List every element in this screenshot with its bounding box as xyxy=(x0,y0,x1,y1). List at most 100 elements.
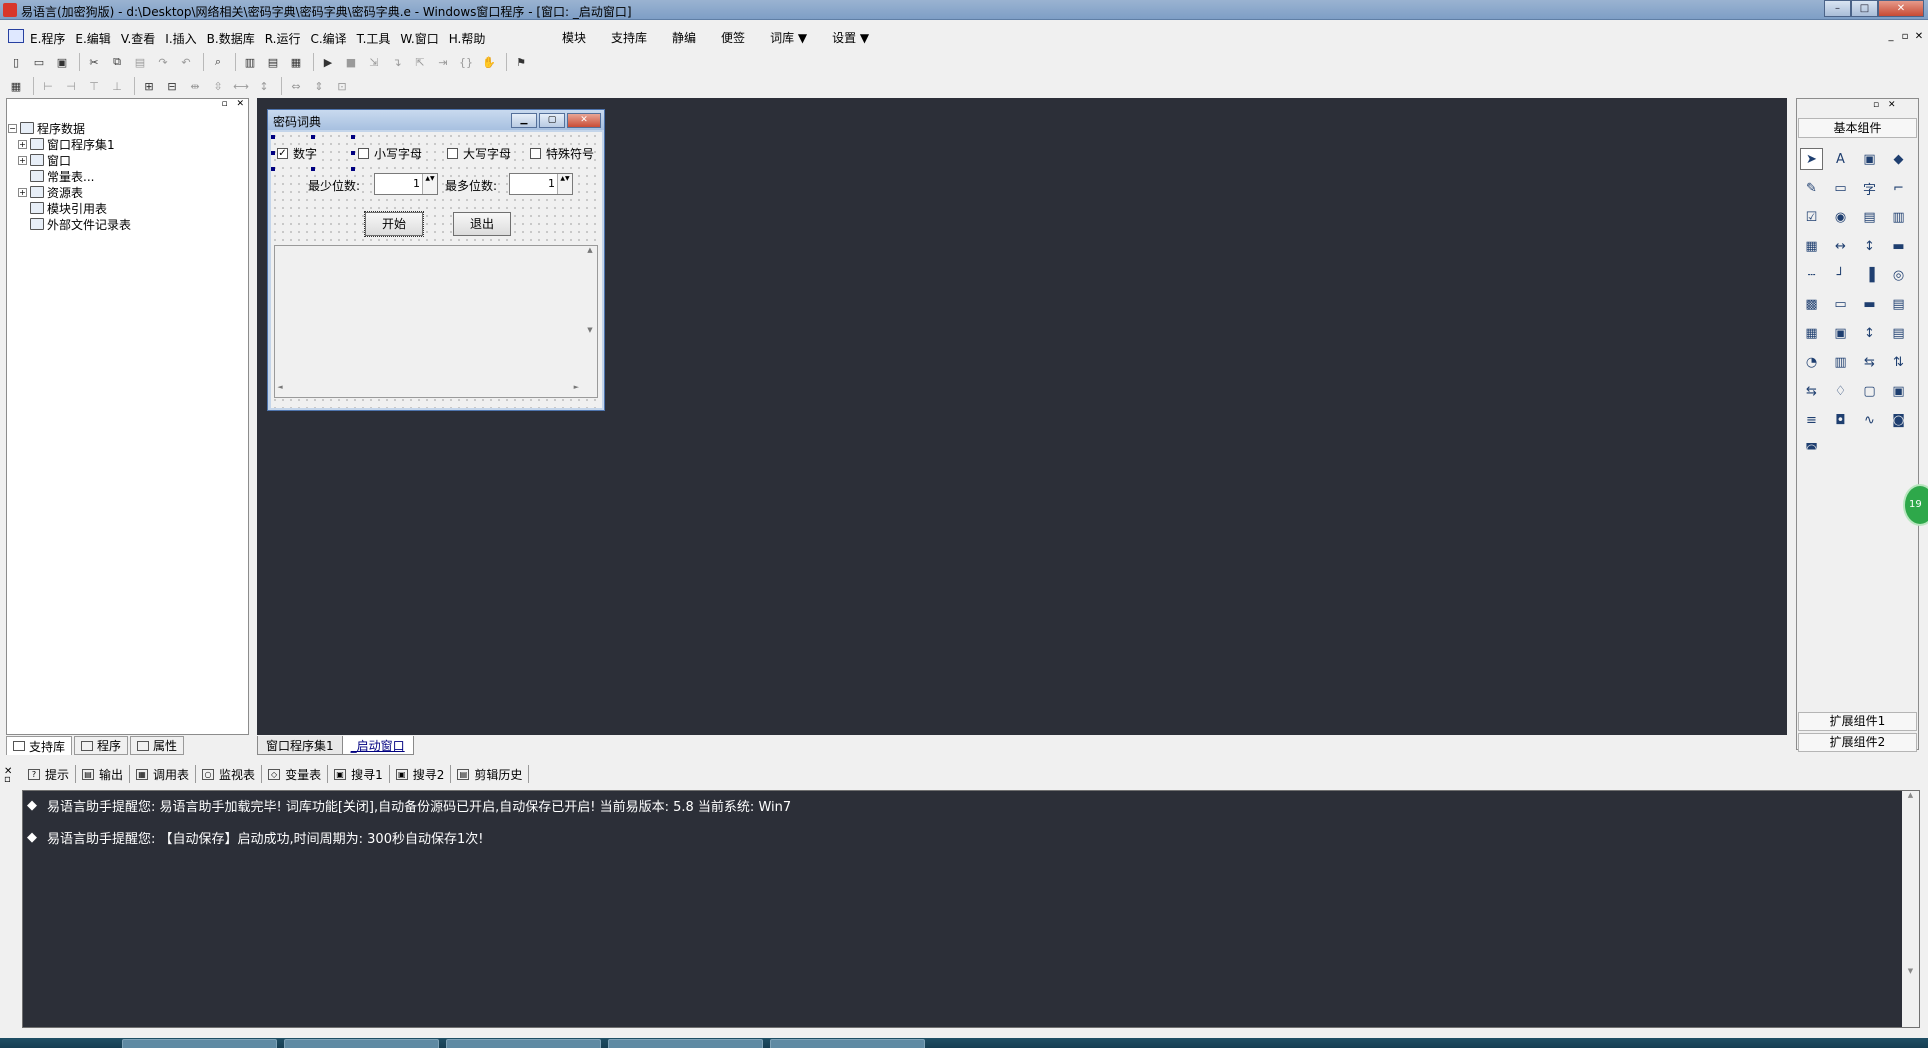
paste-icon[interactable]: ▤ xyxy=(130,53,150,71)
chart-icon[interactable]: ∿ xyxy=(1858,409,1881,431)
max-digits-spinner[interactable]: 1 ▲▼ xyxy=(509,173,573,195)
table-icon[interactable]: ▩ xyxy=(1800,293,1823,315)
same-width-icon[interactable]: ⇹ xyxy=(185,77,205,95)
center-horizontal-icon[interactable]: ⊞ xyxy=(139,77,159,95)
radio-icon[interactable]: ◉ xyxy=(1829,206,1852,228)
cut-icon[interactable]: ✂ xyxy=(84,53,104,71)
window-icon[interactable]: ▢ xyxy=(1858,380,1881,402)
ruler-icon[interactable]: ┄ xyxy=(1800,264,1823,286)
align-top-icon[interactable]: ⊤ xyxy=(84,77,104,95)
maximize-button[interactable]: □ xyxy=(1851,0,1878,17)
document-icon[interactable]: ▤ xyxy=(1887,293,1910,315)
splitter-icon[interactable]: ↕ xyxy=(1858,322,1881,344)
button-icon[interactable]: ▭ xyxy=(1829,293,1852,315)
mdi-control-button[interactable]: ✕ xyxy=(1912,30,1926,44)
stop-icon[interactable]: ■ xyxy=(341,53,361,71)
scroll-vertical-icon[interactable]: ↕ xyxy=(1858,235,1881,257)
palette-title[interactable]: 基本组件 xyxy=(1798,118,1917,138)
selection-handle[interactable] xyxy=(351,167,355,171)
selection-handle[interactable] xyxy=(351,151,355,155)
pointer-icon[interactable]: ➤ xyxy=(1800,148,1823,170)
odbc-icon[interactable]: ◙ xyxy=(1887,409,1910,431)
selection-handle[interactable] xyxy=(311,167,315,171)
taskbar-item[interactable] xyxy=(284,1039,439,1048)
layout-left-icon[interactable]: ▥ xyxy=(240,53,260,71)
output-tab[interactable]: ▣ 搜寻2 xyxy=(390,765,452,783)
output-tab[interactable]: ? 提示 xyxy=(22,765,77,783)
start-button[interactable]: 开始 xyxy=(364,211,424,237)
calculator-icon[interactable]: ▤ xyxy=(1887,322,1910,344)
step-out-icon[interactable]: ⇱ xyxy=(410,53,430,71)
connect-icon[interactable]: ♢ xyxy=(1829,380,1852,402)
tree-icon[interactable]: ≡ xyxy=(1800,409,1823,431)
combo-box-icon[interactable]: ▤ xyxy=(1858,206,1881,228)
menu-item[interactable]: I.插入 xyxy=(165,30,196,47)
line-icon[interactable]: ⌐ xyxy=(1887,177,1910,199)
output-tab[interactable]: ◇ 变量表 xyxy=(262,765,329,783)
taskbar-item[interactable] xyxy=(608,1039,763,1048)
align-bottom-icon[interactable]: ⊥ xyxy=(107,77,127,95)
hand-icon[interactable]: ✋ xyxy=(479,53,499,71)
run-to-cursor-icon[interactable]: ⇥ xyxy=(433,53,453,71)
output-tab[interactable]: ○ 监视表 xyxy=(196,765,263,783)
tree-node[interactable]: + 窗口程序集1 xyxy=(8,136,131,152)
tree-node[interactable]: 外部文件记录表 xyxy=(8,216,131,232)
width-icon[interactable]: ⇔ xyxy=(286,77,306,95)
min-digits-spinner[interactable]: 1 ▲▼ xyxy=(374,173,438,195)
design-tab[interactable]: _启动窗口 xyxy=(341,736,414,755)
selection-handle[interactable] xyxy=(271,135,275,139)
document-icon[interactable] xyxy=(8,29,24,43)
expand-icon[interactable]: + xyxy=(18,187,27,197)
slider-icon[interactable]: ┘ xyxy=(1829,264,1852,286)
bar-icon[interactable]: ▐ xyxy=(1858,264,1881,286)
open-folder-icon[interactable]: ▭ xyxy=(29,53,49,71)
output-tab[interactable]: ▦ 调用表 xyxy=(130,765,197,783)
close-button[interactable]: ✕ xyxy=(1878,0,1924,17)
panel-icon[interactable]: ▣ xyxy=(1887,380,1910,402)
horizontal-scrollbar[interactable]: ◄ ► xyxy=(275,383,583,397)
extra-menu-item[interactable]: 设置 ▼ xyxy=(832,29,869,46)
menu-item[interactable]: C.编译 xyxy=(310,30,346,47)
vertical-scrollbar[interactable]: ▲ ▼ xyxy=(583,246,597,384)
extra-menu-item[interactable]: 词库 ▼ xyxy=(770,29,807,46)
checkbox-box[interactable] xyxy=(447,148,458,159)
checkbox[interactable]: 大写字母 xyxy=(447,145,512,162)
menu-item[interactable]: E.编辑 xyxy=(75,30,110,47)
find-icon[interactable]: ⌕ xyxy=(208,53,228,71)
exit-button[interactable]: 退出 xyxy=(453,212,511,236)
selection-handle[interactable] xyxy=(311,135,315,139)
minimize-button[interactable]: – xyxy=(1824,0,1851,17)
menu-item[interactable]: T.工具 xyxy=(357,30,391,47)
align-right-icon[interactable]: ⊣ xyxy=(61,77,81,95)
help-search-icon[interactable]: ⚑ xyxy=(511,53,531,71)
calendar-icon[interactable]: ▦ xyxy=(1800,322,1823,344)
layout-top-icon[interactable]: ▤ xyxy=(263,53,283,71)
network-icon[interactable]: ⇆ xyxy=(1858,351,1881,373)
tree-node[interactable]: 常量表... xyxy=(8,168,131,184)
mdi-control-button[interactable]: ▫ xyxy=(1898,30,1912,44)
extended-components-2-tab[interactable]: 扩展组件2 xyxy=(1798,733,1917,752)
taskbar-item[interactable] xyxy=(122,1039,277,1048)
tree-node[interactable]: 模块引用表 xyxy=(8,200,131,216)
undo-icon[interactable]: ↶ xyxy=(176,53,196,71)
selection-handle[interactable] xyxy=(351,135,355,139)
left-tab[interactable]: 程序 xyxy=(74,736,129,755)
checkbox[interactable]: 小写字母 xyxy=(358,145,423,162)
checkbox-box[interactable] xyxy=(530,148,541,159)
checkbox[interactable]: 特殊符号 xyxy=(530,145,595,162)
spinner-arrows-icon[interactable]: ▲▼ xyxy=(557,174,572,194)
label-icon[interactable]: A xyxy=(1829,148,1852,170)
mdi-control-button[interactable]: _ xyxy=(1884,30,1898,44)
menu-item[interactable]: V.查看 xyxy=(121,30,155,47)
grid-icon[interactable]: ▦ xyxy=(1800,235,1823,257)
same-height-icon[interactable]: ⇳ xyxy=(208,77,228,95)
picture-box-icon[interactable]: ▣ xyxy=(1858,148,1881,170)
menu-item[interactable]: W.窗口 xyxy=(400,30,438,47)
palette-header-buttons[interactable]: ▫ ✕ xyxy=(1873,100,1899,110)
output-tab[interactable]: ▤ 输出 xyxy=(76,765,131,783)
scroll-horizontal-icon[interactable]: ↔ xyxy=(1829,235,1852,257)
frame-icon[interactable]: ▭ xyxy=(1829,177,1852,199)
form-close-button[interactable]: ✕ xyxy=(567,113,601,128)
output-tab[interactable]: ▣ 搜寻1 xyxy=(328,765,390,783)
database-icon[interactable]: ◘ xyxy=(1829,409,1852,431)
